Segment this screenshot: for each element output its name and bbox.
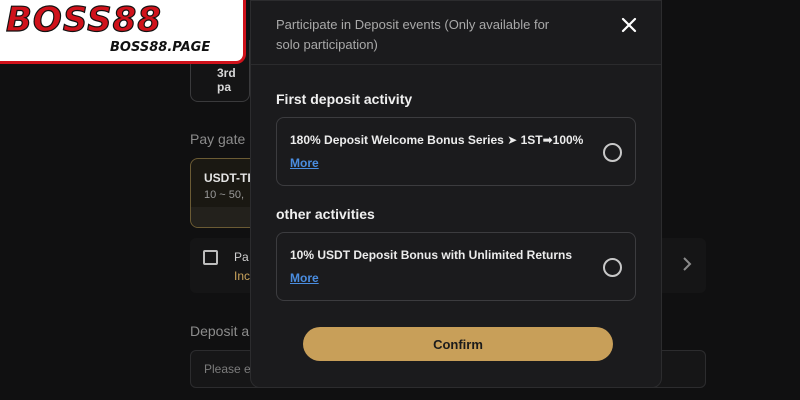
close-icon[interactable] xyxy=(621,17,637,33)
pay-gate-label: Pay gate xyxy=(190,131,246,147)
more-link[interactable]: More xyxy=(290,156,319,170)
modal-title: Participate in Deposit events (Only avai… xyxy=(276,17,550,52)
logo-wordmark: BOSS88 xyxy=(5,0,162,41)
promotion-title: Pa xyxy=(234,250,249,264)
deposit-amount-label: Deposit a xyxy=(190,323,250,339)
brand-logo: BOSS88 BOSS88.PAGE xyxy=(0,0,246,64)
event-option-other[interactable]: 10% USDT Deposit Bonus with Unlimited Re… xyxy=(276,232,636,301)
event-option-first-deposit[interactable]: 180% Deposit Welcome Bonus Series ➤ 1ST➡… xyxy=(276,117,636,186)
confirm-button[interactable]: Confirm xyxy=(303,327,613,361)
first-deposit-section-title: First deposit activity xyxy=(276,91,413,107)
event-radio[interactable] xyxy=(603,143,622,162)
more-link[interactable]: More xyxy=(290,271,319,285)
pay-gate-footer xyxy=(191,207,259,227)
event-radio[interactable] xyxy=(603,258,622,277)
other-activities-section-title: other activities xyxy=(276,206,375,222)
payment-method-label: 3rd pa xyxy=(217,66,236,94)
chevron-right-icon[interactable] xyxy=(682,256,692,272)
logo-domain: BOSS88.PAGE xyxy=(110,40,211,55)
pay-gate-range: 10 ~ 50, xyxy=(204,189,245,201)
event-name: 10% USDT Deposit Bonus with Unlimited Re… xyxy=(290,248,573,262)
modal-header: Participate in Deposit events (Only avai… xyxy=(251,1,661,65)
deposit-events-modal: Participate in Deposit events (Only avai… xyxy=(250,0,662,388)
deposit-amount-placeholder: Please e xyxy=(204,362,251,376)
pay-gate-name: USDT-TR xyxy=(204,171,256,185)
promotion-checkbox[interactable] xyxy=(203,250,218,265)
event-name: 180% Deposit Welcome Bonus Series ➤ 1ST➡… xyxy=(290,133,584,147)
promotion-subtitle: Inc xyxy=(234,269,251,283)
